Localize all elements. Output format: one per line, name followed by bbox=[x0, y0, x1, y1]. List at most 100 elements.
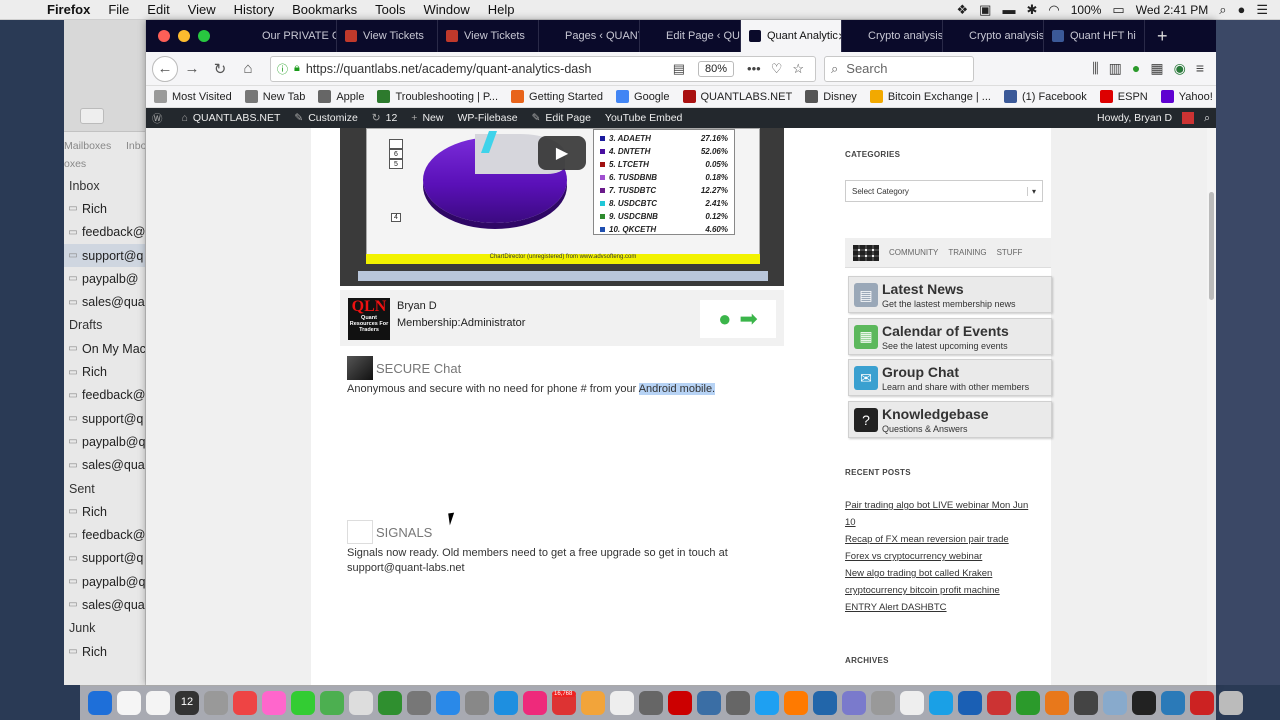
mailbox-item[interactable]: ▭ sales@qua bbox=[64, 290, 145, 313]
community-item[interactable]: ✉ Group Chat Learn and share with other me… bbox=[848, 359, 1052, 396]
reload-button[interactable]: ↻ bbox=[206, 55, 234, 83]
battery-icon[interactable]: ▭ bbox=[1112, 2, 1124, 18]
dock-app-icon[interactable] bbox=[378, 691, 402, 715]
browser-tab[interactable]: View Tickets bbox=[337, 20, 438, 52]
mailbox-item[interactable]: ▭ feedback@ bbox=[64, 221, 145, 244]
dock-app-icon[interactable] bbox=[523, 691, 547, 715]
display-icon[interactable]: ▬ bbox=[1002, 2, 1015, 17]
dock-app-icon[interactable] bbox=[668, 691, 692, 715]
bluetooth-icon[interactable]: ✱ bbox=[1026, 2, 1037, 18]
mailbox-item[interactable]: ▭ Rich bbox=[64, 360, 145, 383]
user-name[interactable]: Bryan D bbox=[397, 300, 437, 312]
bookmark-item[interactable]: ESPN bbox=[1099, 90, 1148, 103]
browser-tab[interactable]: View Tickets bbox=[438, 20, 539, 52]
dock-app-icon[interactable] bbox=[900, 691, 924, 715]
menu-history[interactable]: History bbox=[225, 2, 283, 17]
menu-file[interactable]: File bbox=[99, 2, 138, 17]
camera-icon[interactable]: ▣ bbox=[979, 2, 991, 18]
siri-icon[interactable]: ● bbox=[1237, 2, 1245, 17]
dock-app-icon[interactable] bbox=[581, 691, 605, 715]
bookmark-item[interactable]: (1) Facebook bbox=[1003, 90, 1087, 103]
dock-app-icon[interactable] bbox=[697, 691, 721, 715]
mailboxes-toggle[interactable]: Mailboxes bbox=[64, 140, 111, 152]
info-icon[interactable]: ⓘ bbox=[277, 61, 288, 77]
dock-app-icon[interactable] bbox=[610, 691, 634, 715]
play-button[interactable]: ▶ bbox=[538, 136, 586, 170]
search-bar[interactable]: ⌕ Search bbox=[824, 55, 974, 82]
youtube-video-embed[interactable]: 6 5 4 3. ADAETH 27.16% 4. DNTETH 52.06% 5. L… bbox=[340, 128, 784, 286]
mailbox-item[interactable]: ▭ feedback@ bbox=[64, 523, 145, 546]
mail-dock-icon[interactable]: 16,768 bbox=[552, 691, 576, 715]
sidebar-icon[interactable]: ▥ bbox=[1109, 60, 1122, 77]
menu-tools[interactable]: Tools bbox=[366, 2, 414, 17]
mailbox-section[interactable]: Drafts bbox=[64, 314, 145, 337]
community-item[interactable]: ? Knowledgebase Questions & Answers bbox=[848, 400, 1052, 438]
signals-heading[interactable]: SIGNALS bbox=[347, 520, 432, 544]
wp-search-icon[interactable]: ⌕ bbox=[1204, 112, 1210, 125]
scrollbar-thumb[interactable] bbox=[1209, 192, 1214, 300]
recent-post-link[interactable]: Forex vs cryptocurrency webinar bbox=[845, 548, 1041, 565]
url-bar[interactable]: ⓘ 🔒︎ https://quantlabs.net/academy/quant… bbox=[270, 55, 816, 82]
bookmark-item[interactable]: Google bbox=[616, 90, 670, 103]
battery-percent[interactable]: 100% bbox=[1071, 3, 1102, 17]
mailbox-item[interactable]: ▭ On My Mac bbox=[64, 337, 145, 360]
tab-training[interactable]: TRAINING bbox=[948, 248, 986, 257]
close-window-button[interactable] bbox=[158, 30, 170, 42]
dock-app-icon[interactable] bbox=[146, 691, 170, 715]
browser-tab[interactable]: Crypto analysis c bbox=[842, 20, 943, 52]
bookmark-item[interactable]: New Tab bbox=[244, 90, 305, 103]
clock[interactable]: Wed 2:41 PM bbox=[1136, 3, 1208, 17]
wp-site-link[interactable]: ⌂ QUANTLABS.NET bbox=[182, 112, 281, 124]
dropbox-icon[interactable]: ❖ bbox=[957, 2, 969, 18]
dock-app-icon[interactable] bbox=[436, 691, 460, 715]
dock-app-icon[interactable] bbox=[1045, 691, 1069, 715]
wordpress-logo-icon[interactable]: Ⓦ bbox=[152, 111, 168, 126]
community-item[interactable]: ▤ Latest News Get the lastest membership n… bbox=[848, 276, 1052, 313]
menu-help[interactable]: Help bbox=[479, 2, 524, 17]
browser-tab[interactable]: Our PRIVATE Cha bbox=[236, 20, 337, 52]
wp-youtube-embed-link[interactable]: YouTube Embed bbox=[605, 112, 682, 124]
dock-app-icon[interactable] bbox=[1074, 691, 1098, 715]
category-select[interactable]: Select Category ▾ bbox=[845, 180, 1043, 202]
tab-stuff[interactable]: STUFF bbox=[997, 248, 1023, 257]
dock-app-icon[interactable] bbox=[842, 691, 866, 715]
recent-post-link[interactable]: Recap of FX mean reversion pair trade bbox=[845, 531, 1041, 548]
dock-app-icon[interactable] bbox=[929, 691, 953, 715]
mailbox-item[interactable]: ▭ paypalb@ bbox=[64, 267, 145, 290]
dock-app-icon[interactable] bbox=[639, 691, 663, 715]
menu-window[interactable]: Window bbox=[415, 2, 479, 17]
mailbox-item[interactable]: ▭ support@q bbox=[64, 243, 145, 268]
wp-howdy[interactable]: Howdy, Bryan D bbox=[1097, 112, 1172, 124]
bookmark-item[interactable]: QUANTLABS.NET bbox=[682, 90, 792, 103]
library-icon[interactable]: ⫼ bbox=[1092, 60, 1098, 77]
bookmark-item[interactable]: Disney bbox=[805, 90, 857, 103]
browser-tab[interactable]: Crypto analysis c bbox=[943, 20, 1044, 52]
dock-app-icon[interactable] bbox=[320, 691, 344, 715]
mailbox-section[interactable]: Sent bbox=[64, 477, 145, 500]
inbox-toggle[interactable]: Inbo bbox=[126, 140, 145, 152]
mailbox-item[interactable]: ▭ Rich bbox=[64, 640, 145, 663]
notification-center-icon[interactable]: ☰ bbox=[1256, 2, 1268, 18]
user-profile-icon[interactable]: ● bbox=[718, 306, 731, 332]
mailbox-item[interactable]: ▭ feedback@ bbox=[64, 384, 145, 407]
mailbox-item[interactable]: ▭ paypalb@q bbox=[64, 570, 145, 593]
page-actions-icon[interactable]: ••• bbox=[747, 61, 761, 76]
dock-app-icon[interactable] bbox=[726, 691, 750, 715]
reader-view-icon[interactable]: ▤ bbox=[673, 61, 685, 77]
bookmark-item[interactable]: Yahoo! bbox=[1160, 90, 1213, 103]
browser-tab[interactable]: Quant Analytic× bbox=[741, 20, 842, 52]
forward-button[interactable]: → bbox=[178, 55, 206, 83]
back-button[interactable]: ← bbox=[152, 55, 178, 82]
compose-icon[interactable] bbox=[80, 108, 104, 124]
mailbox-item[interactable]: ▭ sales@qua bbox=[64, 593, 145, 616]
extension-circle-icon[interactable]: ◉ bbox=[1174, 60, 1186, 77]
dock-app-icon[interactable] bbox=[958, 691, 982, 715]
community-item[interactable]: ▦ Calendar of Events See the latest upcomi… bbox=[848, 317, 1052, 355]
hamburger-menu-icon[interactable]: ≡ bbox=[1196, 60, 1204, 77]
secure-chat-heading[interactable]: SECURE Chat bbox=[347, 356, 461, 380]
recent-post-link[interactable]: New algo trading bot called Kraken crypt… bbox=[845, 565, 1041, 599]
extension-green-icon[interactable]: ● bbox=[1132, 60, 1140, 77]
dock-app-icon[interactable] bbox=[1016, 691, 1040, 715]
dock-app-icon[interactable] bbox=[871, 691, 895, 715]
mailbox-item[interactable]: ▭ support@q bbox=[64, 407, 145, 430]
